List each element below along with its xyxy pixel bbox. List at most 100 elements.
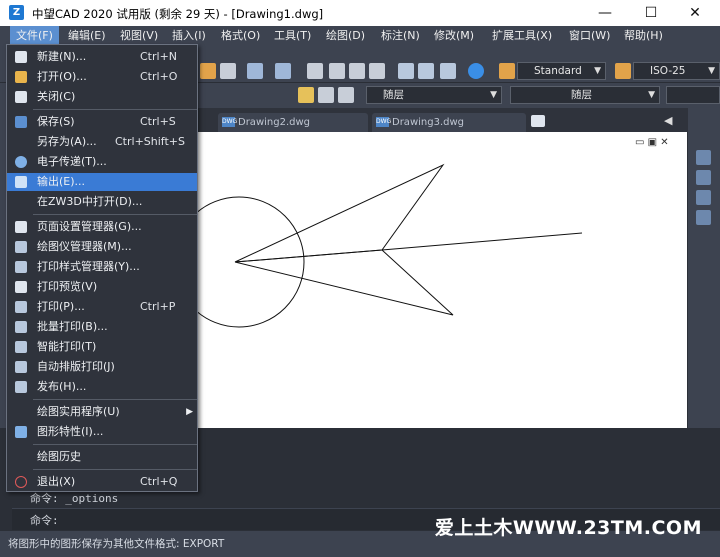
- tool-button-2-icon[interactable]: [696, 170, 711, 185]
- menu-item-close[interactable]: 关闭(C): [7, 88, 197, 106]
- properties-icon: [15, 426, 27, 438]
- auto-layout-print-icon: [15, 361, 27, 373]
- maximize-button[interactable]: ☐: [628, 0, 674, 26]
- publish-icon: [15, 381, 27, 393]
- menu-insert[interactable]: 插入(I): [166, 26, 212, 45]
- menu-item-save[interactable]: 保存(S) Ctrl+S: [7, 113, 197, 131]
- layer-states-icon[interactable]: [338, 87, 354, 103]
- menu-extended-tools[interactable]: 扩展工具(X): [486, 26, 558, 45]
- match-properties-icon[interactable]: [220, 63, 236, 79]
- paste-icon[interactable]: [200, 63, 216, 79]
- menu-item-drawing-properties[interactable]: 图形特性(I)...: [7, 423, 197, 441]
- tool-button-3-icon[interactable]: [696, 190, 711, 205]
- menu-item-open[interactable]: 打开(O)... Ctrl+O: [7, 68, 197, 86]
- close-doc-icon: [15, 91, 27, 103]
- menu-item-batch-print[interactable]: 批量打印(B)...: [7, 318, 197, 336]
- chevron-down-icon: ▼: [490, 90, 497, 100]
- menu-item-page-setup[interactable]: 页面设置管理器(G)...: [7, 218, 197, 236]
- text-style-select[interactable]: Standard ▼: [517, 62, 606, 80]
- new-file-icon: [15, 51, 27, 63]
- circle-entity[interactable]: [173, 196, 305, 328]
- window-title: 中望CAD 2020 试用版 (剩余 29 天) - [Drawing1.dwg…: [32, 7, 324, 21]
- zoom-window-icon[interactable]: [349, 63, 365, 79]
- color-value: 随层: [383, 89, 404, 101]
- tab-drawing3[interactable]: DWG Drawing3.dwg: [372, 113, 526, 132]
- menu-item-drawing-history[interactable]: 绘图历史: [7, 448, 197, 466]
- linetype-select[interactable]: 随层 ▼: [510, 86, 660, 104]
- menu-item-new[interactable]: 新建(N)... Ctrl+N: [7, 48, 197, 66]
- menu-edit[interactable]: 编辑(E): [62, 26, 112, 45]
- chevron-down-icon: ▼: [648, 90, 655, 100]
- menu-dimension[interactable]: 标注(N): [375, 26, 426, 45]
- chevron-down-icon: ▼: [594, 66, 601, 76]
- pan-icon[interactable]: [307, 63, 323, 79]
- command-prompt: 命令:: [30, 514, 59, 527]
- make-layer-current-icon[interactable]: [298, 87, 314, 103]
- menu-draw[interactable]: 绘图(D): [320, 26, 371, 45]
- menu-window[interactable]: 窗口(W): [563, 26, 616, 45]
- menu-format[interactable]: 格式(O): [215, 26, 266, 45]
- menu-tools[interactable]: 工具(T): [268, 26, 317, 45]
- redo-icon[interactable]: [275, 63, 291, 79]
- drawing-geometry: [173, 163, 583, 328]
- menu-separator: [33, 444, 197, 445]
- status-text: 将图形中的图形保存为其他文件格式: EXPORT: [8, 538, 225, 550]
- app-logo-icon: Z: [9, 5, 24, 20]
- linetype-value: 随层: [571, 89, 592, 101]
- menu-item-publish[interactable]: 发布(H)...: [7, 378, 197, 396]
- text-style-value: Standard: [534, 65, 582, 77]
- dim-style-value: ISO-25: [650, 65, 686, 77]
- menu-item-open-in-zw3d[interactable]: 在ZW3D中打开(D)...: [7, 193, 197, 211]
- tool-button-1-icon[interactable]: [696, 150, 711, 165]
- menu-view[interactable]: 视图(V): [114, 26, 164, 45]
- application-window: Z 中望CAD 2020 试用版 (剩余 29 天) - [Drawing1.d…: [0, 0, 720, 557]
- undo-icon[interactable]: [247, 63, 263, 79]
- drawing-canvas[interactable]: ▭ ▣ ✕: [173, 132, 687, 428]
- export-icon: [15, 176, 27, 188]
- help-icon[interactable]: [468, 63, 484, 79]
- color-select[interactable]: 随层 ▼: [366, 86, 502, 104]
- zoom-realtime-icon[interactable]: [329, 63, 345, 79]
- menu-item-exit[interactable]: 退出(X) Ctrl+Q: [7, 473, 197, 491]
- menu-item-etransmit[interactable]: 电子传递(T)...: [7, 153, 197, 171]
- open-folder-icon: [15, 71, 27, 83]
- tool-button-4-icon[interactable]: [696, 210, 711, 225]
- minimize-button[interactable]: —: [582, 0, 628, 26]
- tab-scroll-left-icon[interactable]: ◀: [664, 114, 672, 127]
- menu-help[interactable]: 帮助(H): [618, 26, 669, 45]
- menu-bar: 文件(F) 编辑(E) 视图(V) 插入(I) 格式(O) 工具(T) 绘图(D…: [0, 26, 720, 45]
- batch-print-icon: [15, 321, 27, 333]
- menu-separator: [33, 469, 197, 470]
- tool-palette-icon[interactable]: [440, 63, 456, 79]
- menu-item-smart-print[interactable]: 智能打印(T): [7, 338, 197, 356]
- plotter-icon: [15, 241, 27, 253]
- menu-item-plotter-manager[interactable]: 绘图仪管理器(M)...: [7, 238, 197, 256]
- viewport-controls[interactable]: ▭ ▣ ✕: [635, 137, 669, 148]
- menu-modify[interactable]: 修改(M): [428, 26, 480, 45]
- dim-style-select[interactable]: ISO-25 ▼: [633, 62, 720, 80]
- properties-panel-icon[interactable]: [398, 63, 414, 79]
- design-center-icon[interactable]: [418, 63, 434, 79]
- layer-previous-icon[interactable]: [318, 87, 334, 103]
- dim-style-icon: [615, 63, 631, 79]
- page-setup-icon: [15, 221, 27, 233]
- menu-item-print-preview[interactable]: 打印预览(V): [7, 278, 197, 296]
- tab-drawing2[interactable]: DWG Drawing2.dwg: [218, 113, 368, 132]
- tab-label: Drawing3.dwg: [392, 117, 464, 128]
- dwg-file-icon: DWG: [376, 117, 392, 127]
- lineweight-select[interactable]: [666, 86, 720, 104]
- menu-separator: [33, 399, 197, 400]
- menu-item-export[interactable]: 输出(E)...: [7, 173, 197, 191]
- menu-file[interactable]: 文件(F): [10, 26, 59, 45]
- menu-item-plot-style-manager[interactable]: 打印样式管理器(Y)...: [7, 258, 197, 276]
- close-button[interactable]: ✕: [672, 0, 718, 26]
- new-tab-icon[interactable]: [531, 115, 545, 127]
- arrow-shaft-line[interactable]: [381, 232, 583, 251]
- menu-item-auto-layout-print[interactable]: 自动排版打印(J): [7, 358, 197, 376]
- menu-item-print[interactable]: 打印(P)... Ctrl+P: [7, 298, 197, 316]
- menu-item-save-as[interactable]: 另存为(A)... Ctrl+Shift+S: [7, 133, 197, 151]
- zoom-previous-icon[interactable]: [369, 63, 385, 79]
- menu-separator: [33, 109, 197, 110]
- preview-icon: [15, 281, 27, 293]
- menu-item-drawing-utilities[interactable]: 绘图实用程序(U) ▶: [7, 403, 197, 421]
